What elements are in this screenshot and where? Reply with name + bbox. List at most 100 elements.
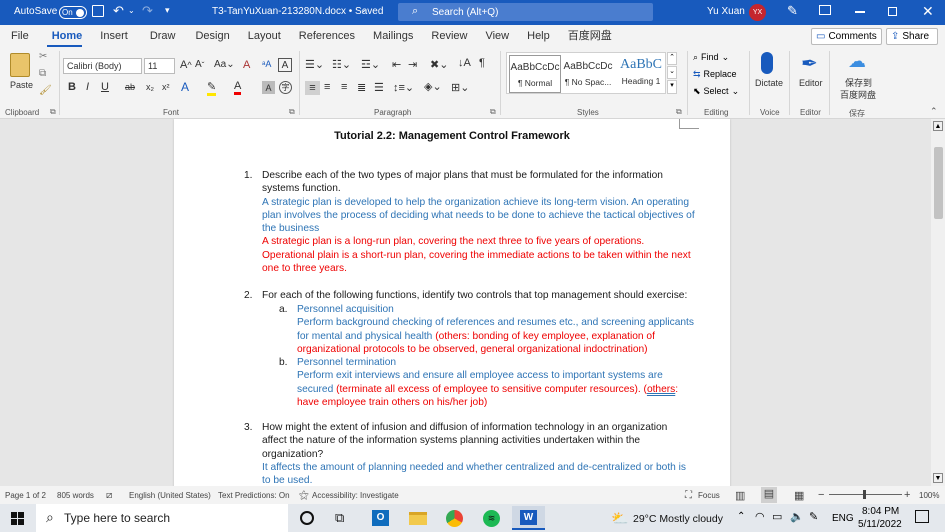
baidu-cloud-icon[interactable]: ☁	[848, 51, 866, 72]
vertical-scrollbar[interactable]: ▲ ▼	[931, 119, 945, 486]
shrink-font-icon[interactable]: Aˇ	[195, 59, 204, 70]
replace-button[interactable]: ⇆ Replace	[693, 69, 737, 80]
clipboard-launcher-icon[interactable]: ⧉	[50, 107, 56, 117]
find-button[interactable]: ⌕ Find ⌄	[693, 52, 729, 63]
paste-icon[interactable]	[10, 53, 30, 77]
numbering-icon[interactable]: ☷⌄	[332, 58, 351, 71]
align-right-icon[interactable]: ≡	[341, 81, 347, 93]
styles-more-icon[interactable]: ▾	[667, 80, 677, 94]
copy-icon[interactable]: ⧉	[39, 68, 46, 79]
show-marks-icon[interactable]: ¶	[479, 57, 485, 69]
paragraph-launcher-icon[interactable]: ⧉	[490, 107, 496, 117]
file-explorer-icon[interactable]	[409, 512, 427, 525]
tab-review[interactable]: Review	[422, 25, 476, 47]
proofing-icon[interactable]: ⧄	[106, 490, 112, 501]
tab-help[interactable]: Help	[518, 25, 559, 47]
clear-formatting-icon[interactable]: A	[243, 59, 250, 71]
language[interactable]: English (United States)	[129, 491, 211, 500]
style-heading-1[interactable]: AaBbC Heading 1	[615, 55, 667, 93]
align-left-icon[interactable]: ≡	[305, 81, 320, 95]
editor-label[interactable]: Editor	[799, 78, 823, 88]
outlook-icon[interactable]: O	[372, 510, 389, 526]
enclose-char-icon[interactable]: 字	[279, 81, 292, 94]
input-language[interactable]: ENG	[832, 513, 854, 524]
tab-references[interactable]: References	[290, 25, 364, 47]
tab-insert[interactable]: Insert	[91, 25, 137, 47]
sort-icon[interactable]: ↓A	[458, 57, 471, 69]
task-view-icon[interactable]: ⧉	[335, 510, 344, 526]
ribbon-display-icon[interactable]	[819, 5, 831, 15]
justify-icon[interactable]: ≣	[357, 81, 366, 94]
cortana-icon[interactable]	[300, 511, 314, 525]
chinese-layout-icon[interactable]: ✖⌄	[430, 58, 448, 71]
decrease-indent-icon[interactable]: ⇤	[392, 58, 401, 71]
redo-icon[interactable]: ↷	[142, 3, 153, 19]
dictate-label[interactable]: Dictate	[755, 78, 783, 88]
avatar[interactable]: YX	[749, 4, 766, 21]
pen-icon[interactable]: ✎	[787, 3, 798, 19]
document-title[interactable]: T3-TanYuXuan-213280N.docx • Saved	[212, 6, 383, 17]
customize-qat-icon[interactable]: ▾	[165, 5, 170, 16]
weather-text[interactable]: 29°C Mostly cloudy	[633, 513, 723, 525]
increase-indent-icon[interactable]: ⇥	[408, 58, 417, 71]
notifications-icon[interactable]	[915, 510, 929, 523]
tab-draw[interactable]: Draw	[137, 25, 185, 47]
search-box[interactable]: ⌕ Search (Alt+Q)	[398, 3, 653, 21]
save-icon[interactable]	[92, 5, 104, 17]
spotify-icon[interactable]: ≋	[483, 510, 500, 527]
char-shading-icon[interactable]: A	[262, 81, 275, 94]
collapse-ribbon-icon[interactable]: ⌃	[930, 106, 938, 117]
font-launcher-icon[interactable]: ⧉	[289, 107, 295, 117]
network-icon[interactable]: ◠	[755, 510, 765, 523]
tab-file[interactable]: File	[0, 25, 38, 47]
zoom-in-icon[interactable]: +	[904, 489, 910, 501]
autosave-toggle[interactable]: On	[59, 6, 87, 19]
multilevel-list-icon[interactable]: ☲⌄	[361, 58, 380, 71]
strikethrough-icon[interactable]: ab	[125, 82, 135, 92]
tab-mailings[interactable]: Mailings	[364, 25, 422, 47]
zoom-out-icon[interactable]: −	[818, 489, 824, 501]
share-button[interactable]: ⇪ Share	[886, 28, 938, 45]
scroll-up-icon[interactable]: ▲	[933, 121, 943, 131]
scroll-down-icon[interactable]: ▼	[933, 473, 943, 483]
style-no-spacing[interactable]: AaBbCcDc ¶ No Spac...	[562, 55, 614, 93]
taskbar-search[interactable]: ⌕ Type here to search	[36, 504, 288, 532]
highlight-icon[interactable]: ✎	[207, 80, 217, 96]
tab-view[interactable]: View	[476, 25, 518, 47]
clock-date[interactable]: 5/11/2022	[858, 519, 902, 530]
minimize-icon[interactable]	[855, 11, 865, 13]
word-count[interactable]: 805 words	[57, 491, 94, 500]
comments-button[interactable]: ▭ Comments	[811, 28, 882, 45]
close-icon[interactable]: ✕	[922, 3, 934, 20]
bold-icon[interactable]: B	[68, 81, 76, 93]
cut-icon[interactable]: ✂	[39, 51, 47, 62]
font-name-combo[interactable]: Calibri (Body)	[63, 58, 142, 74]
weather-icon[interactable]: ⛅	[611, 510, 628, 527]
tab-baidu[interactable]: 百度网盘	[559, 25, 621, 47]
chrome-icon[interactable]	[446, 510, 463, 527]
read-mode-icon[interactable]: ▥	[735, 489, 745, 502]
clock-time[interactable]: 8:04 PM	[862, 506, 899, 517]
accessibility-status[interactable]: Accessibility: Investigate	[312, 491, 399, 500]
volume-icon[interactable]: 🔈	[790, 510, 804, 523]
undo-dropdown-icon[interactable]: ⌄	[128, 6, 135, 15]
baidu-save-label-2[interactable]: 百度网盘	[840, 88, 876, 101]
tab-design[interactable]: Design	[184, 25, 238, 47]
user-name[interactable]: Yu Xuan	[707, 6, 745, 17]
styles-scroll-up-icon[interactable]: ⌃	[667, 52, 677, 65]
underline-icon[interactable]: U	[101, 81, 109, 93]
focus-icon[interactable]: ⛶	[685, 490, 692, 501]
paste-label[interactable]: Paste	[10, 80, 33, 90]
undo-icon[interactable]: ↶	[113, 3, 124, 19]
bullets-icon[interactable]: ☰⌄	[305, 58, 324, 71]
format-painter-icon[interactable]: 🖌	[39, 85, 52, 96]
shading-icon[interactable]: ◈⌄	[424, 80, 442, 93]
distributed-icon[interactable]: ☰	[374, 81, 384, 94]
styles-launcher-icon[interactable]: ⧉	[676, 107, 682, 117]
restore-icon[interactable]	[888, 7, 897, 16]
styles-scroll-down-icon[interactable]: ⌄	[667, 66, 677, 79]
grow-font-icon[interactable]: A ^	[180, 59, 192, 71]
change-case-icon[interactable]: Aa⌄	[214, 59, 235, 70]
borders-icon[interactable]: ⊞⌄	[451, 81, 469, 94]
tab-home[interactable]: Home	[38, 25, 92, 47]
